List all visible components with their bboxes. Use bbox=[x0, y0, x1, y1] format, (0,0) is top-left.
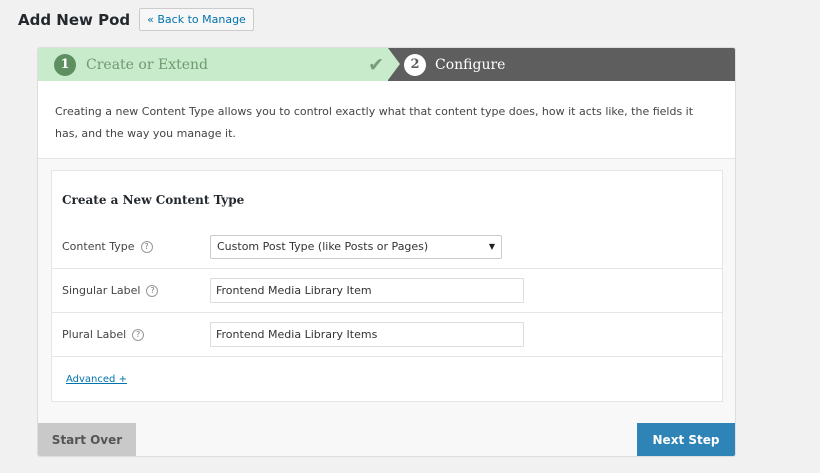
step-configure: 2 Configure bbox=[388, 48, 735, 81]
content-type-row: Content Type ? Custom Post Type (like Po… bbox=[52, 225, 722, 269]
plural-label-input[interactable] bbox=[210, 322, 524, 347]
step-label: Configure bbox=[435, 56, 506, 73]
dropdown-arrow-icon: ▼ bbox=[488, 242, 495, 251]
form-title: Create a New Content Type bbox=[62, 193, 245, 207]
intro-text: Creating a new Content Type allows you t… bbox=[38, 81, 735, 159]
singular-label-input[interactable] bbox=[210, 278, 524, 303]
page-title: Add New Pod bbox=[18, 10, 131, 29]
step-label: Create or Extend bbox=[86, 56, 208, 73]
singular-label-row: Singular Label ? bbox=[52, 269, 722, 313]
content-type-label-text: Content Type bbox=[62, 240, 135, 253]
step-arrow-divider bbox=[388, 48, 400, 80]
step-number-badge: 1 bbox=[54, 53, 76, 76]
advanced-row: Advanced + bbox=[52, 357, 722, 401]
back-to-manage-button[interactable]: « Back to Manage bbox=[139, 8, 254, 31]
wizard-steps: 1 Create or Extend ✔ 2 Configure bbox=[38, 48, 735, 81]
advanced-toggle-link[interactable]: Advanced + bbox=[66, 374, 127, 385]
start-over-button[interactable]: Start Over bbox=[38, 423, 136, 456]
wizard-footer: Start Over Next Step bbox=[38, 423, 735, 456]
plural-label: Plural Label ? bbox=[62, 328, 210, 341]
help-icon[interactable]: ? bbox=[140, 240, 153, 253]
page-header: Add New Pod « Back to Manage bbox=[18, 8, 254, 31]
pod-wizard: 1 Create or Extend ✔ 2 Configure Creatin… bbox=[37, 47, 736, 457]
plural-label-row: Plural Label ? bbox=[52, 313, 722, 357]
plural-label-text: Plural Label bbox=[62, 328, 127, 341]
content-type-selected-value: Custom Post Type (like Posts or Pages) bbox=[217, 240, 429, 253]
next-step-button[interactable]: Next Step bbox=[637, 423, 735, 456]
content-type-select[interactable]: Custom Post Type (like Posts or Pages) ▼ bbox=[210, 234, 502, 259]
checkmark-icon: ✔ bbox=[368, 54, 384, 76]
singular-label: Singular Label ? bbox=[62, 284, 210, 297]
step-number-badge: 2 bbox=[404, 53, 426, 76]
singular-label-text: Singular Label bbox=[62, 284, 141, 297]
help-icon[interactable]: ? bbox=[132, 328, 145, 341]
step-create-or-extend[interactable]: 1 Create or Extend ✔ bbox=[38, 48, 388, 81]
content-type-form: Create a New Content Type Content Type ?… bbox=[51, 170, 723, 402]
content-type-label: Content Type ? bbox=[62, 240, 210, 253]
help-icon[interactable]: ? bbox=[146, 284, 159, 297]
